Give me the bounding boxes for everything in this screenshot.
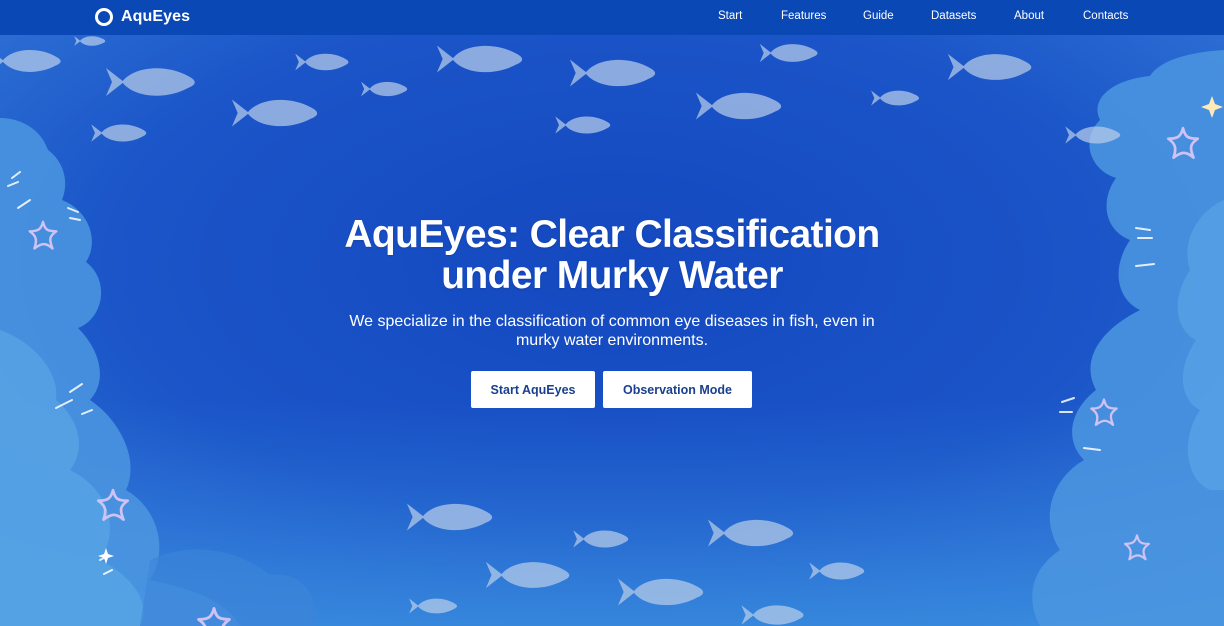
brand-name: AquEyes: [121, 8, 191, 25]
nav-link-start[interactable]: Start: [718, 10, 742, 22]
brand-logo-link[interactable]: AquEyes: [95, 5, 190, 29]
hero-subtitle: We specialize in the classification of c…: [312, 312, 912, 350]
nav-link-datasets[interactable]: Datasets: [931, 10, 976, 22]
start-aqueyes-button[interactable]: Start AquEyes: [471, 371, 595, 408]
observation-mode-button[interactable]: Observation Mode: [603, 371, 752, 408]
nav-link-about[interactable]: About: [1014, 10, 1044, 22]
top-navbar: AquEyes Start Features Guide Datasets Ab…: [0, 0, 1224, 35]
ring-logo-icon: [95, 8, 113, 26]
nav-link-features[interactable]: Features: [781, 10, 826, 22]
landing-page: AquEyes Start Features Guide Datasets Ab…: [0, 0, 1224, 626]
hero-subtitle-line-2: murky water environments.: [515, 332, 709, 349]
hero-title-line-2: under Murky Water: [441, 254, 783, 297]
hero-title: AquEyes: Clear Classification under Murk…: [262, 214, 962, 296]
hero-subtitle-line-1: We specialize in the classification of c…: [349, 313, 875, 330]
hero-title-line-1: AquEyes: Clear Classification: [344, 213, 880, 256]
nav-link-contacts[interactable]: Contacts: [1083, 10, 1128, 22]
nav-link-guide[interactable]: Guide: [863, 10, 894, 22]
